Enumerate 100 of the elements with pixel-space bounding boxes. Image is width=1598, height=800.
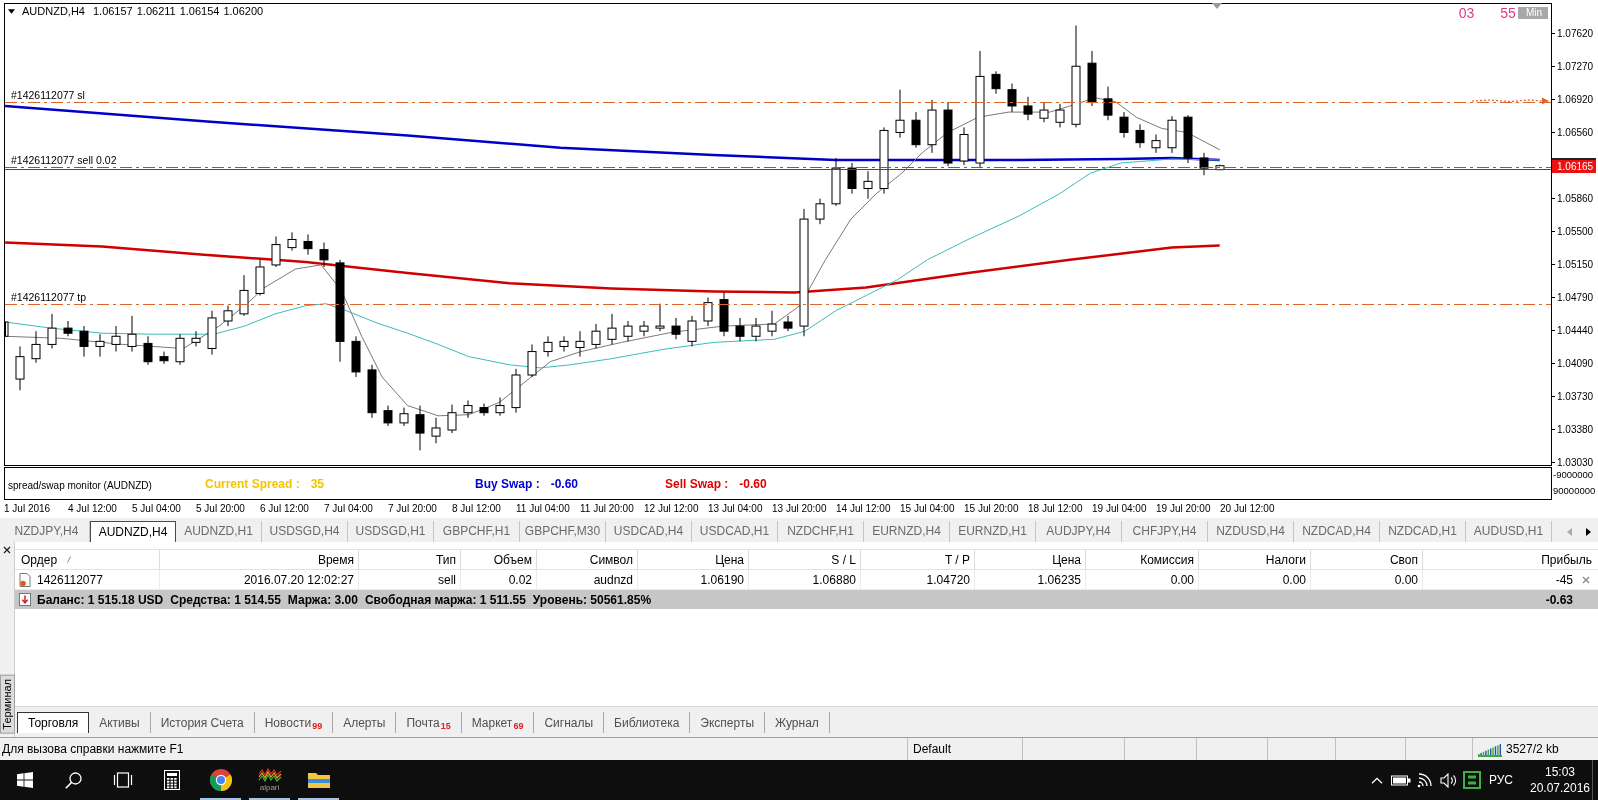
indicator-scale-label: 90000000: [1553, 484, 1596, 498]
total-profit: -0.63: [1545, 592, 1574, 607]
wifi-icon[interactable]: [1417, 772, 1433, 788]
column-header[interactable]: Комиссия: [1086, 549, 1199, 570]
browser-icon: [208, 768, 233, 792]
time-label: 20 Jul 12:00: [1220, 503, 1275, 514]
ohlc-value: 1.06157: [92, 5, 133, 18]
column-header[interactable]: Объем: [461, 549, 537, 570]
time-label: 7 Jul 20:00: [388, 503, 437, 514]
time-label: 11 Jul 04:00: [516, 503, 570, 514]
profile-name: Default: [913, 742, 952, 756]
unit-label: Min: [1517, 7, 1548, 19]
time-label: 8 Jul 12:00: [452, 503, 501, 514]
column-header[interactable]: T / P: [861, 549, 975, 570]
clock[interactable]: 15:03 20.07.2016: [1529, 764, 1591, 796]
taskbar-button[interactable]: alpari: [245, 760, 294, 800]
time-label: 5 Jul 20:00: [196, 503, 245, 514]
language-indicator[interactable]: РУС: [1485, 773, 1517, 787]
price-label: 1.04790: [1552, 291, 1594, 303]
column-header[interactable]: Цена: [638, 549, 749, 570]
wave-logo-icon: [257, 768, 282, 782]
price-label: 1.07270: [1552, 60, 1594, 72]
terminal-tab[interactable]: Торговля: [17, 712, 90, 733]
calculator-icon: [163, 770, 180, 790]
order-line-label: #1426112077 sell 0.02: [11, 153, 117, 166]
time-label: 15 Jul 20:00: [964, 503, 1019, 514]
count-label: 15: [440, 720, 451, 733]
tray-app-icon[interactable]: [1463, 771, 1481, 789]
terminal-tab[interactable]: Алерты: [333, 712, 397, 733]
battery-icon[interactable]: [1391, 774, 1411, 786]
price-label: 1.03380: [1552, 423, 1594, 435]
ohlc-value: 1.06200: [223, 5, 264, 18]
chart-tab[interactable]: AUDNZD,H4: [90, 521, 176, 542]
readout-value: -0.60: [739, 476, 767, 491]
caret-icon[interactable]: [8, 9, 15, 14]
order-line-label: #1426112077 tp: [11, 291, 87, 303]
price-label: 1.05860: [1552, 192, 1594, 204]
terminal-title: Терминал: [0, 675, 15, 734]
start-icon: [16, 772, 33, 788]
time-label: 12 Jul 12:00: [644, 503, 699, 514]
time-label: 18 Jul 12:00: [1028, 503, 1083, 514]
close-icon[interactable]: [3, 546, 11, 554]
timer-value: 03: [1458, 5, 1475, 21]
terminal-tab[interactable]: История Счета: [150, 712, 255, 733]
search-icon: [65, 771, 82, 789]
column-header[interactable]: S / L: [749, 549, 861, 570]
signal-bars-icon: [1478, 741, 1502, 757]
terminal-tab[interactable]: Журнал: [765, 712, 830, 733]
time-label: 15 Jul 04:00: [900, 503, 955, 514]
arrow-document-icon: [19, 593, 31, 606]
account-summary-text: Баланс: 1 515.18 USD: [37, 592, 164, 607]
chart-symbol: AUDNZD,H4: [22, 5, 85, 18]
readout-label: Buy Swap :: [475, 476, 540, 491]
readout-label: Sell Swap :: [665, 476, 729, 491]
document-icon: [19, 572, 31, 587]
account-summary-text: Маржа: 3.00: [287, 592, 358, 607]
price-label: 1.05500: [1552, 225, 1594, 237]
folder-icon: [306, 770, 331, 790]
speaker-icon[interactable]: [1439, 772, 1457, 788]
status-help-text: Для вызова справки нажмите F1: [2, 742, 184, 756]
time-label: 13 Jul 20:00: [772, 503, 827, 514]
terminal-tab[interactable]: Активы: [89, 712, 151, 733]
order-line-label: #1426112077 sl: [11, 89, 85, 101]
price-label: 1.06920: [1552, 93, 1594, 105]
price-label: 1.06560: [1552, 126, 1594, 138]
time-label: 13 Jul 04:00: [708, 503, 763, 514]
time-label: 5 Jul 04:00: [132, 503, 181, 514]
time-label: 19 Jul 04:00: [1092, 503, 1147, 514]
column-header[interactable]: Налоги: [1199, 549, 1311, 570]
column-header[interactable]: Тип: [359, 549, 461, 570]
sort-icon: [67, 556, 72, 563]
count-label: 99: [312, 720, 323, 733]
readout-value: 35: [310, 476, 325, 491]
terminal-tab[interactable]: Сигналы: [534, 712, 605, 733]
time-label: 1 Jul 2016: [4, 503, 51, 514]
ohlc-value: 1.06211: [136, 5, 176, 18]
column-header[interactable]: Время: [160, 549, 359, 570]
table-cell-text: -45: [1555, 571, 1573, 589]
readout-label: Current Spread :: [205, 476, 300, 491]
indicator-scale-label: -9000000: [1553, 468, 1594, 482]
traffic-counter: 3527/2 kb: [1506, 742, 1559, 756]
terminal-tab[interactable]: Эксперты: [690, 712, 766, 733]
price-label: 1.04440: [1552, 324, 1594, 336]
price-label: 1.07620: [1552, 27, 1594, 39]
scroll-right-icon[interactable]: [1586, 527, 1591, 536]
ohlc-value: 1.06154: [179, 5, 220, 18]
account-summary-text: Уровень: 50561.85%: [532, 592, 652, 607]
triangle-marker-icon[interactable]: [1212, 3, 1222, 9]
column-header[interactable]: Цена: [975, 549, 1086, 570]
time-label: 6 Jul 12:00: [260, 503, 309, 514]
time-label: 14 Jul 12:00: [836, 503, 891, 514]
readout-value: -0.60: [550, 476, 579, 491]
terminal-tab[interactable]: Библиотека: [604, 712, 691, 733]
time-label: 19 Jul 20:00: [1156, 503, 1211, 514]
count-label: 69: [513, 720, 524, 733]
chevron-up-icon[interactable]: [1371, 776, 1383, 784]
column-header[interactable]: Символ: [537, 549, 638, 570]
column-header[interactable]: Своп: [1311, 549, 1423, 570]
column-header[interactable]: Прибыль: [1423, 549, 1598, 570]
price-label: 1.03730: [1552, 390, 1594, 402]
